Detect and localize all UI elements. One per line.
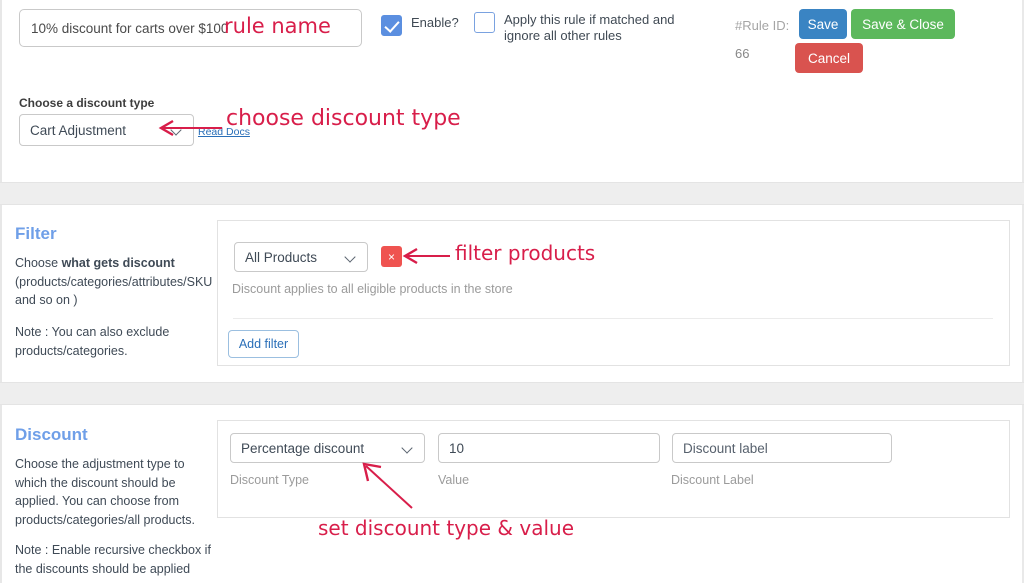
ignore-other-rules-label: Apply this rule if matched and ignore al…: [504, 12, 710, 44]
discount-rule-editor: Enable? Apply this rule if matched and i…: [0, 0, 1024, 583]
discount-label-input[interactable]: [672, 433, 892, 463]
chevron-down-icon: [346, 252, 357, 263]
read-docs-link[interactable]: Read Docs: [198, 126, 250, 138]
discount-type-field-label: Choose a discount type: [19, 96, 154, 110]
enable-checkbox[interactable]: [381, 15, 402, 36]
filter-description-lead: Choose: [15, 256, 62, 270]
remove-filter-icon[interactable]: ×: [381, 246, 402, 267]
rule-id-value: 66: [735, 46, 749, 61]
rule-name-input[interactable]: [19, 9, 362, 47]
filter-helper-text: Discount applies to all eligible product…: [232, 282, 513, 296]
rule-id-label: #Rule ID:: [735, 18, 789, 33]
save-and-close-button[interactable]: Save & Close: [851, 9, 955, 39]
discount-type-caption: Discount Type: [230, 473, 309, 487]
filter-description-tail: (products/categories/attributes/SKU and …: [15, 275, 212, 308]
section-separator-2: [0, 382, 1024, 405]
discount-note: Note : Enable recursive checkbox if the …: [15, 541, 215, 578]
discount-type-adjustment-value: Percentage discount: [241, 441, 364, 456]
chevron-down-icon: [403, 443, 414, 454]
discount-label-caption: Discount Label: [671, 473, 754, 487]
discount-heading: Discount: [15, 425, 88, 445]
filter-target-select[interactable]: All Products: [234, 242, 368, 272]
chevron-down-icon: [172, 125, 183, 136]
filter-heading: Filter: [15, 224, 57, 244]
filter-description: Choose what gets discount (products/cate…: [15, 254, 215, 310]
discount-type-select-value: Cart Adjustment: [30, 123, 126, 138]
section-separator-1: [0, 182, 1024, 205]
discount-value-caption: Value: [438, 473, 469, 487]
filter-description-bold: what gets discount: [62, 256, 175, 270]
save-button[interactable]: Save: [799, 9, 847, 39]
discount-description: Choose the adjustment type to which the …: [15, 455, 215, 529]
discount-type-select[interactable]: Cart Adjustment: [19, 114, 194, 146]
filter-target-select-value: All Products: [245, 250, 317, 265]
enable-checkbox-wrapper[interactable]: Enable?: [381, 15, 459, 36]
ignore-other-rules-checkbox[interactable]: [474, 12, 495, 33]
rule-header-section: Enable? Apply this rule if matched and i…: [0, 0, 1024, 182]
discount-value-input[interactable]: [438, 433, 660, 463]
filter-divider: [233, 318, 993, 319]
ignore-other-rules-checkbox-wrapper[interactable]: Apply this rule if matched and ignore al…: [474, 12, 714, 44]
enable-checkbox-label: Enable?: [411, 15, 459, 31]
cancel-button[interactable]: Cancel: [795, 43, 863, 73]
add-filter-button[interactable]: Add filter: [228, 330, 299, 358]
filter-note: Note : You can also exclude products/cat…: [15, 323, 215, 360]
discount-type-adjustment-select[interactable]: Percentage discount: [230, 433, 425, 463]
